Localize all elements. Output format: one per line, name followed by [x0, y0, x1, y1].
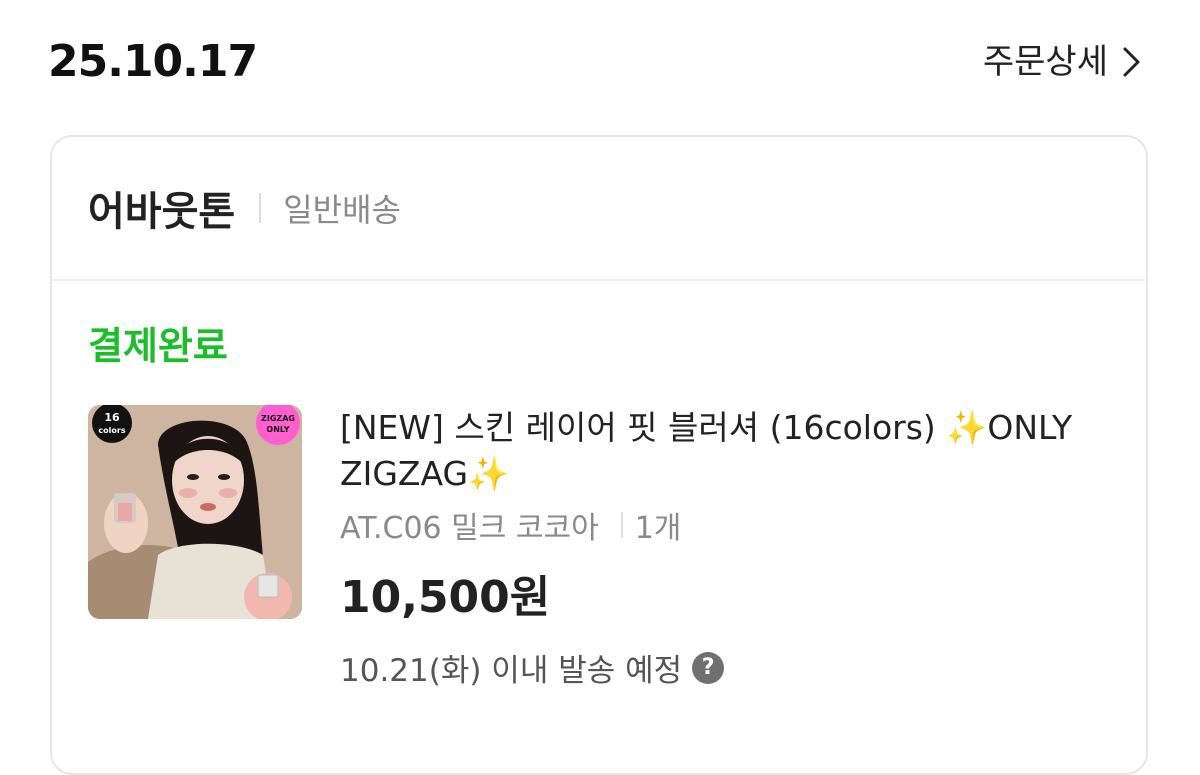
header-divider: [259, 193, 262, 223]
product-title[interactable]: [NEW] 스킨 레이어 핏 블러셔 (16colors) ✨ONLY ZIGZ…: [340, 405, 1120, 497]
product-price: 10,500원: [340, 572, 551, 623]
product-thumbnail[interactable]: 16 colors ZIGZAG ONLY: [88, 405, 302, 619]
store-header: 어바웃톤 일반배송: [52, 137, 1146, 281]
badge-left-line2: colors: [98, 426, 125, 435]
payment-status: 결제완료: [88, 324, 228, 368]
order-date: 25.10.17: [48, 36, 258, 87]
shipping-type: 일반배송: [283, 191, 401, 229]
product-option: AT.C06 밀크 코코아: [340, 511, 599, 546]
order-detail-link[interactable]: 주문상세: [983, 38, 1142, 86]
badge-left-line1: 16: [104, 411, 120, 424]
chevron-right-icon: [1122, 45, 1142, 79]
product-info: [NEW] 스킨 레이어 핏 블러셔 (16colors) ✨ONLY ZIGZ…: [340, 405, 1120, 690]
shipping-note: 10.21(화) 이내 발송 예정 ?: [340, 645, 1120, 690]
badge-right-line1: ZIGZAG: [261, 414, 295, 423]
shipping-note-text: 10.21(화) 이내 발송 예정: [340, 653, 683, 689]
question-circle-icon[interactable]: ?: [692, 651, 725, 684]
order-card: 어바웃톤 일반배송 결제완료 16 colors ZIGZAG ONLY [NE…: [50, 135, 1148, 775]
badge-right-line2: ONLY: [266, 425, 289, 434]
product-quantity: 1개: [634, 511, 682, 546]
product-option-line: AT.C06 밀크 코코아 1개: [340, 503, 1120, 547]
order-detail-label: 주문상세: [982, 42, 1108, 82]
store-name[interactable]: 어바웃톤: [88, 179, 235, 237]
option-divider: [620, 512, 623, 538]
